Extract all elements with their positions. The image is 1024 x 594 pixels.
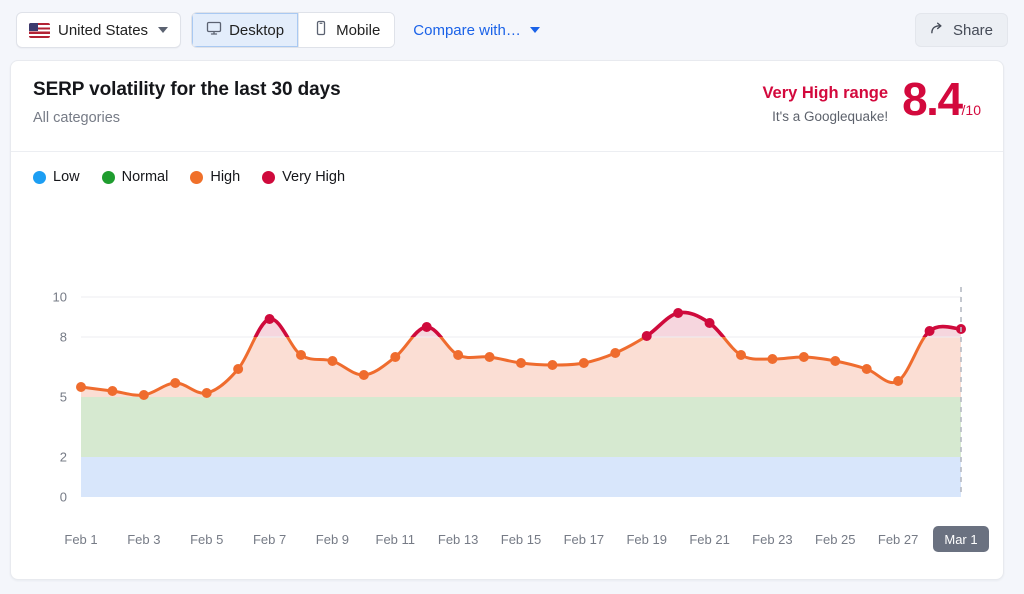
data-point[interactable] [453, 350, 464, 360]
device-tab-mobile-label: Mobile [336, 21, 381, 39]
data-point[interactable] [704, 318, 715, 328]
legend-dot-very-high [262, 170, 276, 184]
x-axis-tick: Feb 15 [501, 532, 541, 547]
card-header: SERP volatility for the last 30 days All… [11, 61, 1003, 151]
band-normal [81, 397, 961, 457]
chart-legend: Low Normal High Very High [33, 169, 345, 185]
data-point[interactable] [484, 352, 495, 362]
x-axis-tick: Feb 11 [376, 532, 416, 547]
x-axis-tick: Feb 21 [689, 532, 729, 547]
range-note: It's a Googlequake! [772, 109, 889, 125]
data-point[interactable] [170, 378, 181, 388]
data-point[interactable] [516, 358, 526, 368]
data-point[interactable] [264, 314, 275, 324]
device-tab-desktop[interactable]: Desktop [192, 13, 299, 47]
data-point[interactable] [421, 322, 432, 332]
data-point[interactable] [76, 382, 86, 392]
x-axis-tick: Feb 9 [316, 532, 349, 547]
score-summary: Very High range It's a Googlequake! 8.4/… [762, 76, 981, 124]
chevron-down-icon [529, 27, 540, 33]
volatility-chart[interactable]: 0 2 5 8 10 Feb 1 Feb 3 Feb 5 Feb 7 Feb 9 Feb 11 Feb… [11, 211, 1003, 579]
header-divider [11, 151, 1003, 152]
data-point[interactable] [641, 331, 652, 341]
legend-dot-low [33, 170, 46, 184]
toolbar: United States Desktop Mobile Compare wit… [0, 0, 1024, 60]
data-point[interactable] [233, 364, 244, 374]
legend-item-very-high[interactable]: Very High [262, 169, 345, 185]
score-denominator: /10 [961, 102, 981, 118]
legend-label-normal: Normal [121, 169, 169, 185]
device-toggle-group: Desktop Mobile [191, 12, 396, 48]
band-low [81, 457, 961, 497]
data-point[interactable] [138, 390, 149, 400]
legend-label-low: Low [53, 169, 80, 185]
y-axis-tick: 0 [60, 490, 67, 505]
data-point[interactable] [673, 308, 684, 318]
x-axis-tick: Feb 23 [752, 532, 792, 547]
us-flag-icon [29, 22, 50, 38]
share-button[interactable]: Share [914, 13, 1008, 47]
y-axis-tick: 10 [53, 290, 67, 305]
y-axis-tick: 2 [60, 450, 67, 465]
legend-item-normal[interactable]: Normal [101, 169, 169, 185]
data-point[interactable] [578, 358, 589, 368]
legend-label-very-high: Very High [282, 169, 346, 185]
x-axis-tick: Feb 25 [815, 532, 855, 547]
x-axis-tick: Feb 1 [64, 532, 97, 547]
legend-label-high: High [210, 169, 241, 185]
data-point[interactable] [924, 326, 935, 336]
legend-dot-high [190, 170, 204, 184]
country-selector-label: United States [58, 21, 149, 39]
x-axis-tick-today: Mar 1 [944, 532, 977, 547]
legend-item-low[interactable]: Low [33, 169, 80, 185]
compare-with-dropdown[interactable]: Compare with… [413, 22, 540, 39]
data-point[interactable] [296, 350, 306, 360]
volatility-card: SERP volatility for the last 30 days All… [10, 60, 1004, 580]
data-point[interactable] [830, 356, 841, 366]
mobile-icon [313, 20, 329, 40]
data-point[interactable] [390, 352, 401, 362]
x-axis-tick: Feb 13 [438, 532, 478, 547]
score-text-block: Very High range It's a Googlequake! [762, 78, 888, 124]
data-point[interactable] [767, 354, 778, 364]
device-tab-desktop-label: Desktop [229, 21, 285, 39]
volatility-chart-svg: 0 2 5 8 10 Feb 1 Feb 3 Feb 5 Feb 7 Feb 9 Feb 11 Feb… [53, 287, 989, 552]
score-value: 8.4 [902, 73, 963, 125]
share-button-label: Share [952, 21, 993, 39]
data-point[interactable] [736, 350, 746, 360]
data-point[interactable] [107, 386, 118, 396]
share-arrow-icon [930, 21, 945, 40]
data-point[interactable] [327, 356, 338, 366]
data-point[interactable] [201, 388, 212, 398]
data-point[interactable] [798, 352, 809, 362]
country-selector[interactable]: United States [16, 12, 182, 48]
x-axis-tick: Feb 5 [190, 532, 223, 547]
device-tab-mobile[interactable]: Mobile [298, 13, 395, 47]
x-axis-tick: Feb 3 [127, 532, 160, 547]
data-point[interactable] [358, 370, 369, 380]
y-axis-tick: 5 [60, 390, 67, 405]
chevron-down-icon [158, 27, 169, 33]
x-axis-tick: Feb 17 [564, 532, 604, 547]
x-axis-tick: Feb 7 [253, 532, 286, 547]
data-point[interactable] [861, 364, 872, 374]
x-axis-tick: Feb 27 [878, 532, 918, 547]
legend-dot-normal [101, 170, 115, 184]
range-label: Very High range [762, 84, 889, 102]
compare-with-label: Compare with… [413, 21, 521, 39]
x-axis-tick: Feb 19 [626, 532, 666, 547]
score-value-wrap: 8.4/10 [902, 76, 981, 122]
y-axis-tick: 8 [60, 330, 67, 345]
data-point[interactable] [893, 376, 904, 386]
data-point[interactable] [610, 348, 621, 358]
desktop-icon [206, 20, 222, 40]
serp-volatility-page: United States Desktop Mobile Compare wit… [0, 0, 1024, 594]
data-point[interactable] [547, 360, 558, 370]
legend-item-high[interactable]: High [190, 169, 240, 185]
